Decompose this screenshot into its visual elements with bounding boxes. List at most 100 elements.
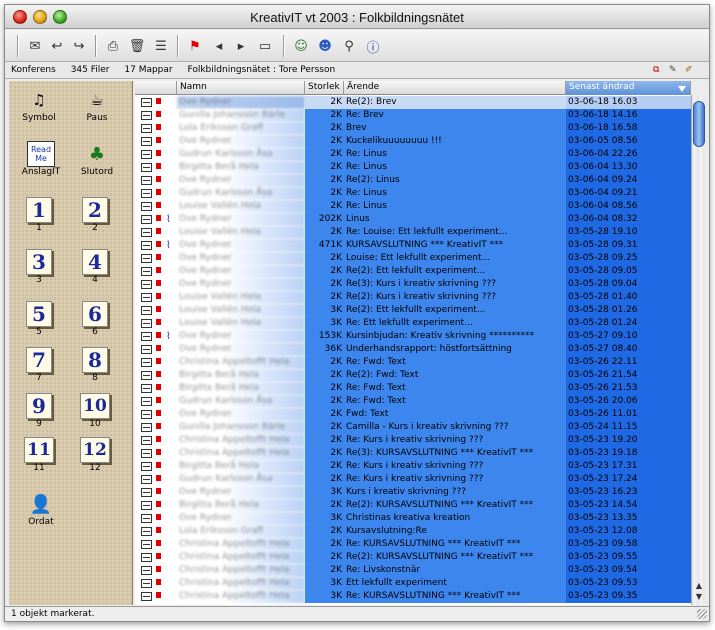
flag-icon[interactable]: ⚑	[185, 36, 205, 56]
table-row[interactable]: Birgitta Berå Hela 2K Re: Linus 03-06-04 13…	[135, 161, 691, 174]
table-row[interactable]: Ove Rydner 2K Fwd: Text 03-05-26 11.01	[135, 408, 691, 421]
table-row[interactable]: Louise Vallén Hela 2K Re(2): Kurs i kreati…	[135, 291, 691, 304]
table-row[interactable]: Gudrun Karlsson Åsa 2K Re: Fwd: Text 03-05-…	[135, 395, 691, 408]
table-row[interactable]: ⌇ Ove Rydner 202K Linus 03-06-04 08.32	[135, 213, 691, 226]
table-row[interactable]: Ove Rydner 3K Christinas kreativa kreation…	[135, 512, 691, 525]
people-icon[interactable]: ☺	[291, 36, 311, 56]
sender-name: Birgitta Berå Hela	[177, 460, 305, 473]
table-row[interactable]: ⌇ Ove Rydner 471K KURSAVSLUTNING *** Kreati…	[135, 239, 691, 252]
table-row[interactable]: Christina Appeltofft Hela 2K Re: KURSAVSLU…	[135, 538, 691, 551]
table-row[interactable]: Lola Eriksson Graff 2K Brev 03-06-18 16.58	[135, 122, 691, 135]
table-row[interactable]: Louise Vallén Hela 2K Re: Linus 03-06-04 08…	[135, 200, 691, 213]
sidebar-number-2[interactable]: 22	[81, 197, 109, 233]
pencil-icon[interactable]: ✎	[669, 63, 677, 78]
reply-icon[interactable]: ↩	[47, 36, 67, 56]
table-row[interactable]: Christina Appeltofft Hela 2K Re(3): KURSAV…	[135, 447, 691, 460]
table-row[interactable]: Ove Rydner 2K Re(2): Brev 03-06-18 16.03	[135, 96, 691, 109]
flag-icon[interactable]: ⧉	[653, 63, 659, 78]
sidebar-number-11[interactable]: 11 11	[23, 437, 55, 473]
table-row[interactable]: Louise Vallén Hela 3K Re: Ett lekfullt exp…	[135, 317, 691, 330]
number-6-icon: 6	[82, 301, 108, 327]
status-text: 1 objekt markerat.	[11, 609, 95, 619]
table-row[interactable]: Gunilla Johansson Bärle 2K Camilla - Kurs …	[135, 421, 691, 434]
table-row[interactable]: Louise Vallén Hela 3K Re(2): Ett lekfullt …	[135, 304, 691, 317]
sidebar-item-slutord[interactable]: ♣ Slutord	[79, 141, 115, 178]
sidebar-item-ordat[interactable]: 👤 Ordat	[23, 491, 59, 528]
table-row[interactable]: Christina Appeltofft Hela 2K Re(2): KURSAV…	[135, 551, 691, 564]
envelope-icon	[141, 436, 152, 445]
message-size: 202K	[305, 213, 344, 226]
sidebar-number-10[interactable]: 10 10	[79, 393, 111, 429]
table-row[interactable]: Gudrun Karlsson Åsa 2K Re: Linus 03-06-04 0…	[135, 187, 691, 200]
table-row[interactable]: ⌇ Ove Rydner 153K Kursinbjudan: Kreativ skr…	[135, 330, 691, 343]
person-icon: 👤	[29, 493, 53, 515]
coffee-cup-icon: ☕	[90, 91, 104, 109]
new-message-icon[interactable]: ✉	[25, 36, 45, 56]
sidebar-item-symbol[interactable]: ♫ Symbol	[21, 87, 57, 123]
users-icon[interactable]: ☻	[315, 36, 335, 56]
column-name[interactable]: Namn	[177, 81, 305, 95]
message-list: Namn Storlek Ärende Senast ändrad Ove Ry…	[135, 81, 691, 605]
list-icon[interactable]: ☰	[151, 36, 171, 56]
sidebar-number-4[interactable]: 44	[81, 249, 109, 285]
resize-grip[interactable]	[697, 609, 707, 619]
table-row[interactable]: Ove Rydner 2K Re(2): Linus 03-06-04 09.24	[135, 174, 691, 187]
message-subject: Re(2): KURSAVSLUTNING *** KreativIT ***	[344, 499, 566, 512]
table-row[interactable]: Christina Appeltofft Hela 3K Re: KURSAVSLU…	[135, 590, 691, 603]
forward-icon[interactable]: ↪	[69, 36, 89, 56]
table-row[interactable]: Christina Appeltofft Hela 2K Re: Livskonst…	[135, 564, 691, 577]
column-modified[interactable]: Senast ändrad	[566, 81, 691, 95]
table-row[interactable]: Lola Eriksson Graff 2K Kursavslutning:Re 03…	[135, 525, 691, 538]
sidebar-item-paus[interactable]: ☕ Paus	[79, 87, 115, 123]
table-row[interactable]: Ove Rydner 2K Re(3): Kurs i kreativ skrivn…	[135, 278, 691, 291]
scroll-up-arrow[interactable]: ▲	[693, 581, 705, 591]
message-date: 03-06-04 09.21	[566, 187, 691, 200]
sidebar-number-1[interactable]: 11	[25, 197, 53, 233]
trash-icon[interactable]: 🗑	[127, 36, 147, 56]
table-row[interactable]: Ove Rydner 2K Kuckelikuuuuuuuu !!! 03-06-05…	[135, 135, 691, 148]
column-icons[interactable]	[135, 81, 177, 95]
table-row[interactable]: Ove Rydner 2K Re(2): Ett lekfullt experime…	[135, 265, 691, 278]
column-size[interactable]: Storlek	[305, 81, 344, 95]
table-row[interactable]: Birgitta Berå Hela 2K Re(2): KURSAVSLUTNIN…	[135, 499, 691, 512]
vertical-scrollbar[interactable]: ▲ ▼	[691, 95, 706, 605]
table-row[interactable]: Louise Vallén Hela 2K Re: Louise: Ett lekf…	[135, 226, 691, 239]
sidebar-number-6[interactable]: 66	[81, 301, 109, 337]
paperclip-icon: ⌇	[166, 331, 171, 342]
folder-icon[interactable]: ▭	[255, 36, 275, 56]
sidebar-item-anslagit[interactable]: Read Me AnslagIT	[21, 141, 61, 177]
scroll-thumb[interactable]	[693, 101, 705, 147]
table-row[interactable]: Birgitta Berå Hela 2K Re(2): Fwd: Text 03-0…	[135, 369, 691, 382]
table-row[interactable]: Gunilla Johansson Bärle 2K Re: Brev 03-06-1…	[135, 109, 691, 122]
table-row[interactable]: Ove Rydner 3K Kurs i kreativ skrivning ???…	[135, 486, 691, 499]
sender-name: Gudrun Karlsson Åsa	[177, 395, 305, 408]
title-bar[interactable]: KreativIT vt 2003 : Folkbildningsnätet	[5, 5, 709, 29]
prev-icon[interactable]: ◂	[209, 36, 229, 56]
table-row[interactable]: Christina Appeltofft Hela 3K Ett lekfullt …	[135, 577, 691, 590]
scroll-down-arrow[interactable]: ▼	[693, 592, 705, 602]
table-row[interactable]: Gudrun Karlsson Åsa 2K Re: Linus 03-06-04 2…	[135, 148, 691, 161]
info-icon[interactable]: ⓘ	[363, 36, 383, 56]
sidebar-number-8[interactable]: 88	[81, 347, 109, 383]
table-row[interactable]: Christina Appeltofft Hela 2K Re: Kurs i kr…	[135, 434, 691, 447]
brush-icon[interactable]: ✐	[685, 63, 693, 78]
table-row[interactable]: Birgitta Berå Hela 2K Re: Fwd: Text 03-05-2…	[135, 382, 691, 395]
sidebar-number-3[interactable]: 33	[25, 249, 53, 285]
search-icon[interactable]: ⚲	[339, 36, 359, 56]
next-icon[interactable]: ▸	[231, 36, 251, 56]
sidebar-number-9[interactable]: 99	[25, 393, 53, 429]
table-row[interactable]: Christina Appeltofft Hela 2K Re: Fwd: Text…	[135, 356, 691, 369]
table-row[interactable]: Birgitta Berå Hela 2K Re: Kurs i kreativ s…	[135, 460, 691, 473]
sidebar-number-5[interactable]: 55	[25, 301, 53, 337]
flag-icon	[156, 488, 161, 494]
sidebar-number-12[interactable]: 12 12	[79, 437, 111, 473]
tree-icon: ♣	[88, 143, 106, 165]
table-row[interactable]: Ove Rydner 36K Underhandsrapport: höstfort…	[135, 343, 691, 356]
table-row[interactable]: Gudrun Karlsson Åsa 2K Re: Kurs i kreativ …	[135, 473, 691, 486]
sidebar-number-7[interactable]: 77	[25, 347, 53, 383]
column-subject[interactable]: Ärende	[344, 81, 566, 95]
sender-name: Gudrun Karlsson Åsa	[177, 148, 305, 161]
print-icon[interactable]: ⎙	[103, 36, 123, 56]
sender-name: Gunilla Johansson Bärle	[177, 421, 305, 434]
table-row[interactable]: Ove Rydner 2K Louise: Ett lekfullt experim…	[135, 252, 691, 265]
